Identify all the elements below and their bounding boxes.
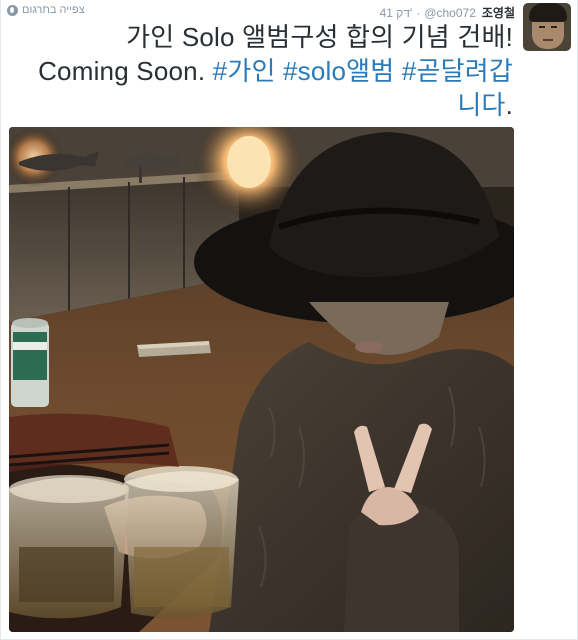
photo-illustration [9, 127, 514, 632]
globe-icon [7, 4, 18, 16]
author-screen-name[interactable]: @cho072 [424, 6, 476, 20]
hashtag-link[interactable]: #가인 [213, 56, 276, 86]
tweet-photo[interactable] [9, 127, 514, 632]
translate-label: צפייה בתרגום [22, 4, 85, 16]
tweet-line-1: 가인 Solo 앨범구성 합의 기념 건배! [126, 22, 513, 52]
author-info: 41 דק' · @cho072 조영철 [380, 4, 515, 21]
author-full-name[interactable]: 조영철 [482, 4, 515, 21]
view-translation-link[interactable]: צפייה בתרגום [7, 4, 85, 16]
hashtag-link[interactable]: #곧달려갑 [402, 56, 513, 86]
avatar[interactable] [523, 3, 571, 51]
period-text: . [505, 90, 513, 120]
hashtag-link[interactable]: #solo앨범 [283, 56, 394, 86]
avatar-hair-top [529, 3, 567, 22]
avatar-eye [539, 26, 545, 28]
hashtag-link-continued[interactable]: 니다 [457, 90, 505, 120]
tweet-line-2: Coming Soon. #가인 #solo앨범 #곧달려갑 [13, 54, 513, 88]
avatar-mouth [543, 39, 553, 41]
tweet-text: 가인 Solo 앨범구성 합의 기념 건배! Coming Soon. #가인 … [13, 20, 513, 122]
tweet-card: צפייה בתרגום 41 דק' · @cho072 조영철 가인 Sol… [0, 0, 578, 640]
tweet-line-3: 니다. [13, 88, 513, 122]
coming-soon-text: Coming Soon. [38, 56, 213, 86]
separator-dot: · [416, 5, 421, 20]
avatar-eye [551, 26, 557, 28]
tweet-timestamp[interactable]: 41 דק' [380, 6, 413, 20]
